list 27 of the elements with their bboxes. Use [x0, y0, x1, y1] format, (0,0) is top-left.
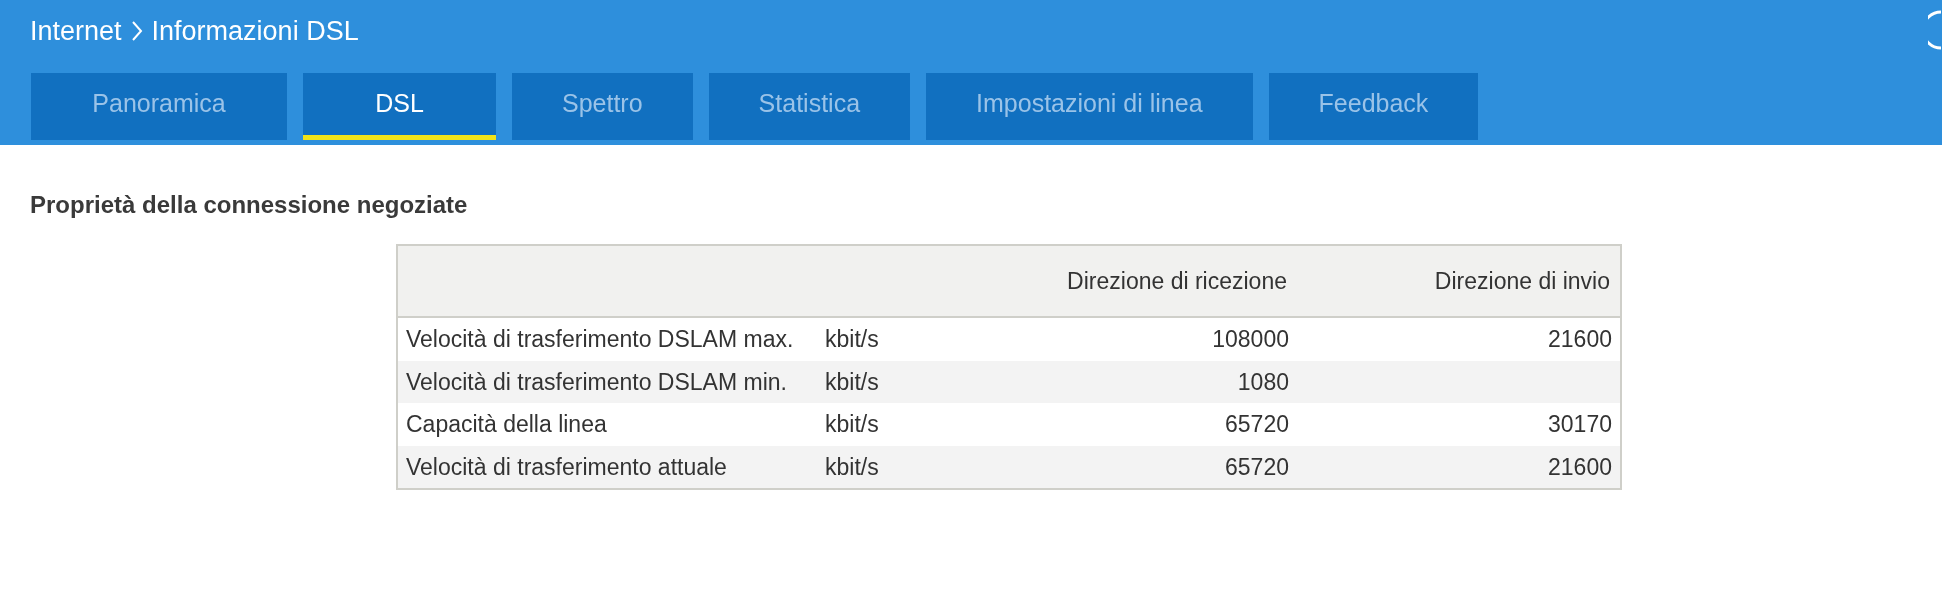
table-cell: 21600	[1548, 326, 1612, 352]
table-cell: kbit/s	[825, 326, 879, 352]
column-header: Direzione di ricezione	[1067, 267, 1287, 294]
chevron-right-icon	[129, 19, 144, 43]
tab[interactable]: Spettro	[512, 73, 693, 140]
table-cell: kbit/s	[825, 411, 879, 437]
table-cell: 65720	[1225, 453, 1289, 480]
table-cell: Velocità di trasferimento DSLAM max.	[406, 326, 794, 352]
tab[interactable]: Feedback	[1268, 73, 1479, 140]
breadcrumb-item: Informazioni DSL	[151, 14, 359, 48]
table-cell: 30170	[1548, 411, 1612, 437]
table-cell: 65720	[1225, 411, 1289, 437]
table-cell: kbit/s	[825, 368, 879, 395]
tab[interactable]: Panoramica	[31, 73, 287, 140]
table-cell: Velocità di trasferimento attuale	[406, 453, 727, 480]
tab[interactable]: Impostazioni di linea	[926, 73, 1253, 140]
tab[interactable]: DSL	[303, 73, 496, 140]
section-title: Proprietà della connessione negoziate	[29, 190, 469, 220]
column-header: Direzione di invio	[1434, 267, 1610, 294]
table-cell: 21600	[1548, 453, 1612, 480]
table-cell: Capacità della linea	[406, 411, 607, 437]
table-cell: 108000	[1212, 326, 1289, 352]
table-cell: kbit/s	[825, 453, 879, 480]
breadcrumb-item[interactable]: Internet	[30, 10, 122, 52]
table-cell: 1080	[1237, 368, 1289, 395]
table-cell: Velocità di trasferimento DSLAM min.	[406, 368, 787, 395]
tab[interactable]: Statistica	[708, 73, 911, 140]
